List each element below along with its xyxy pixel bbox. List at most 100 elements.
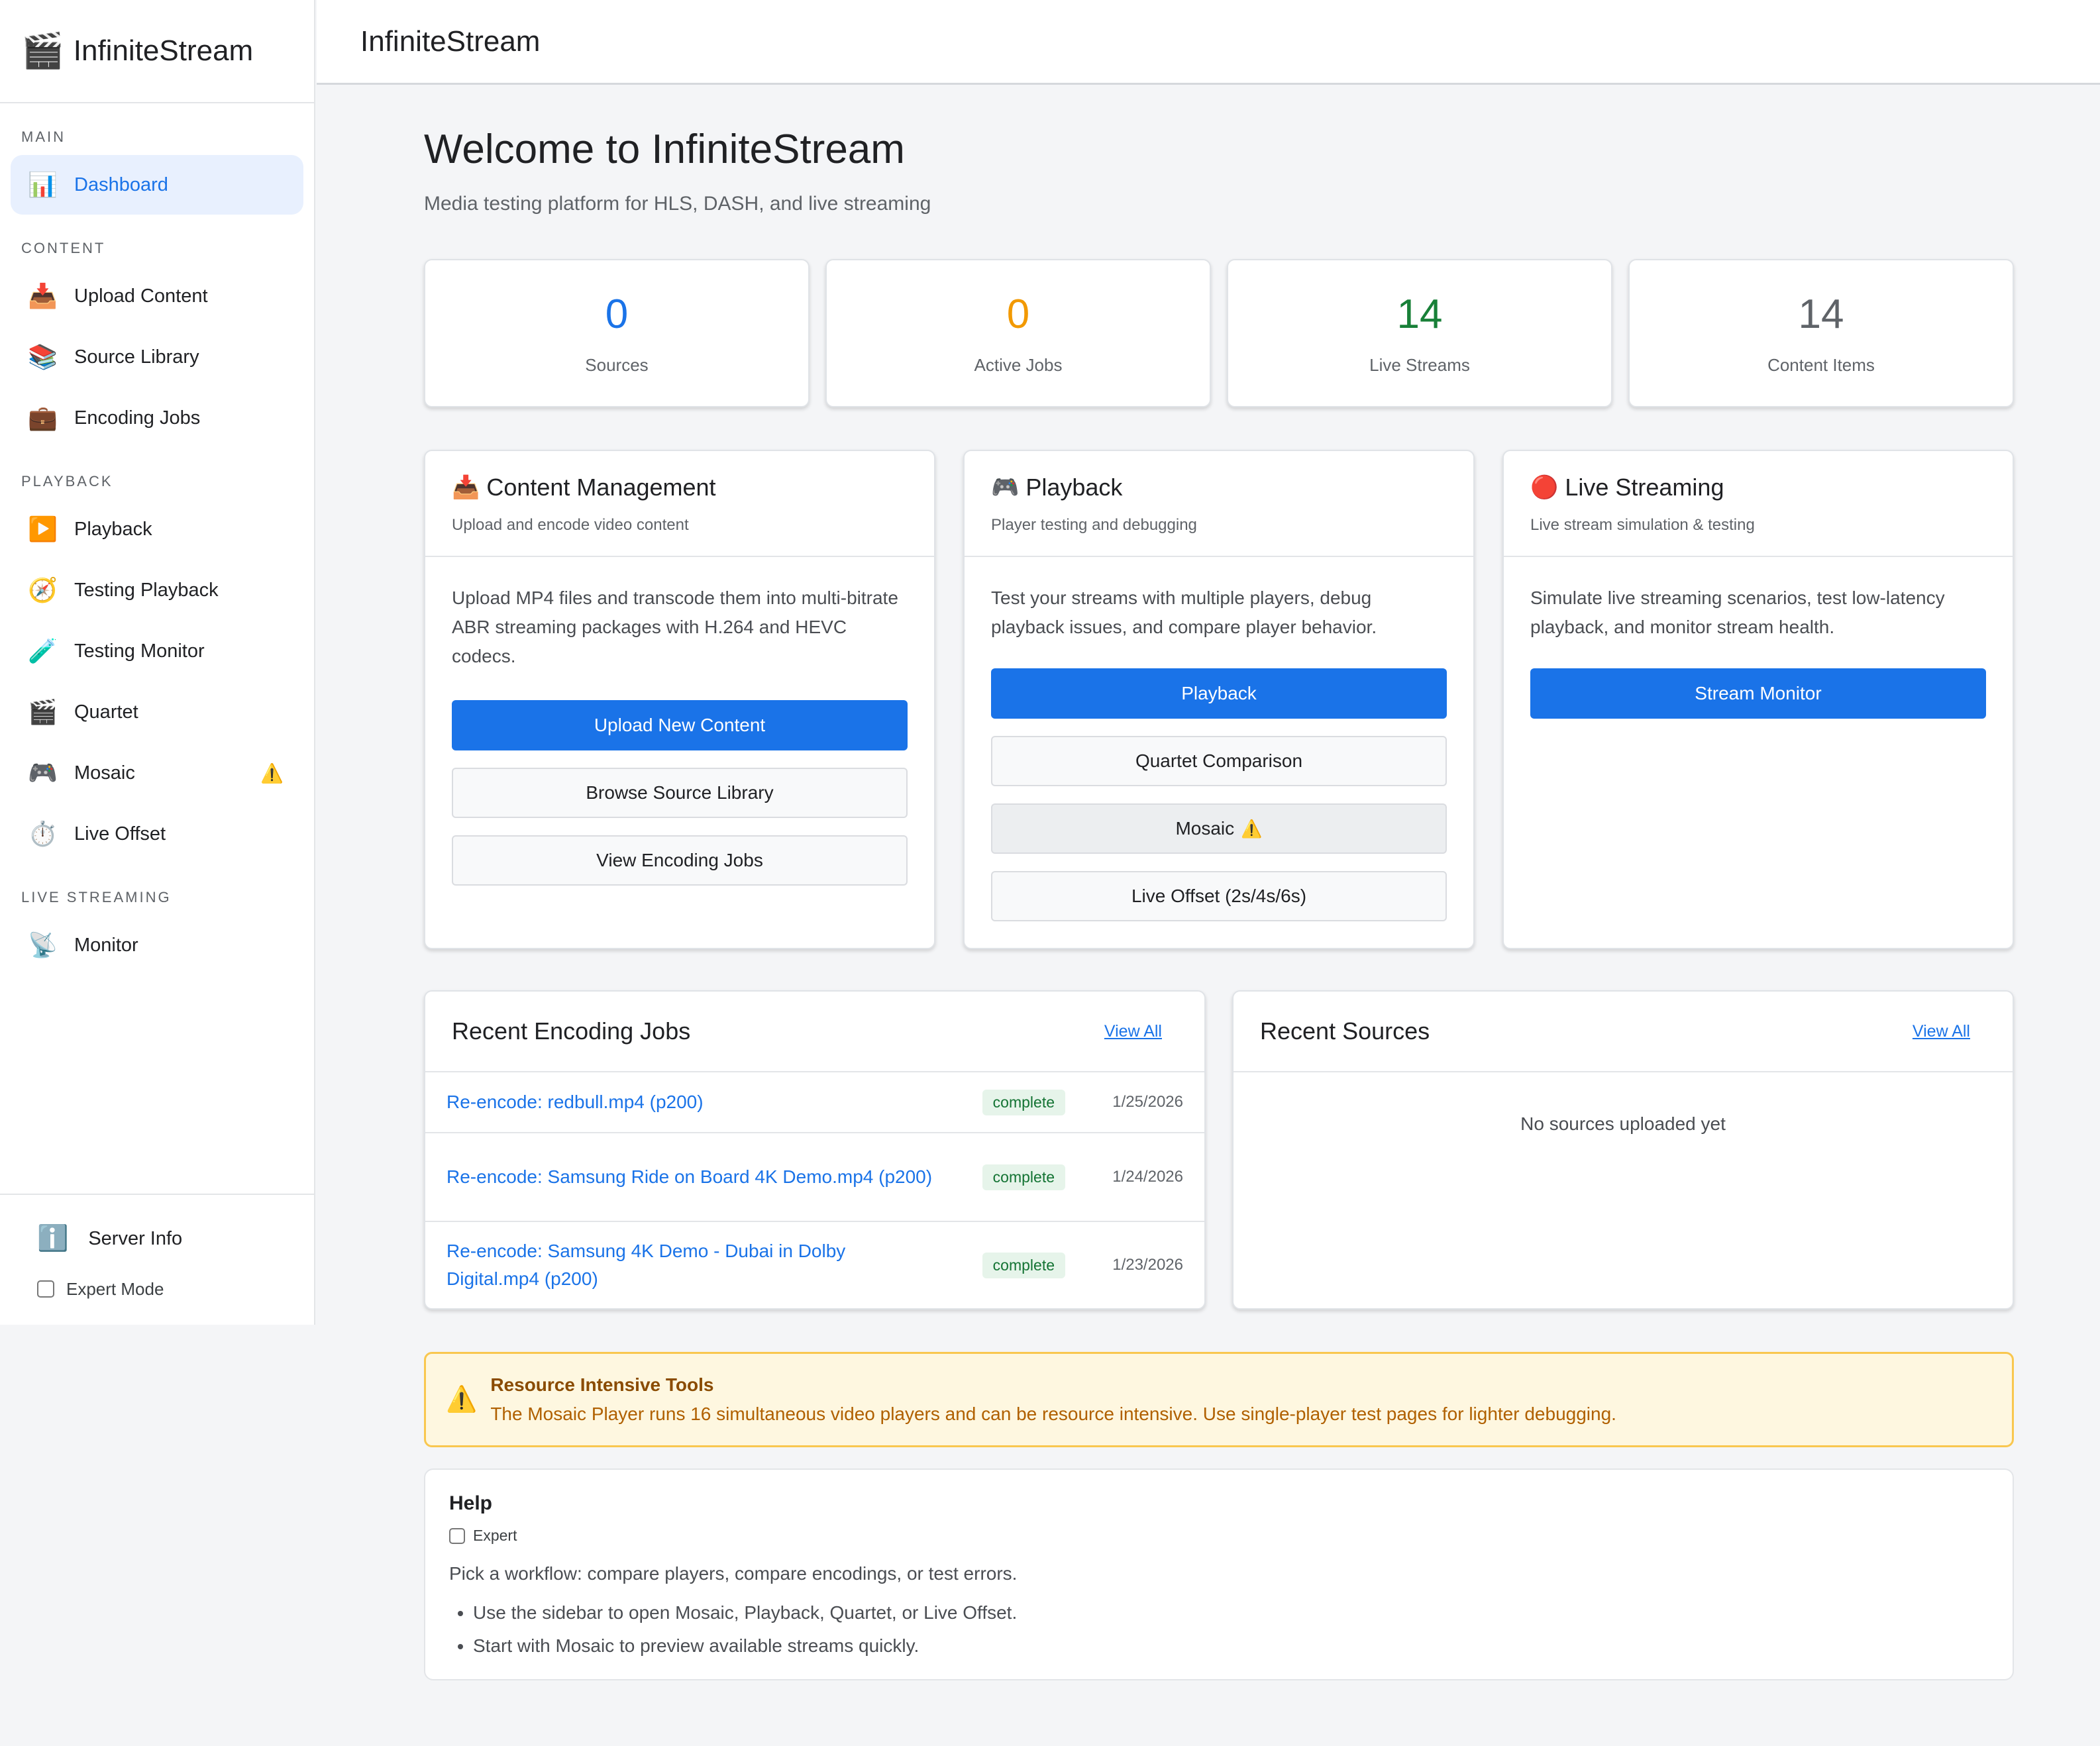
game-controller-icon: 🎮 (28, 759, 58, 786)
upload-new-content-button[interactable]: Upload New Content (452, 700, 908, 750)
warning-icon: ⚠️ (260, 762, 284, 784)
sidebar-item-playback[interactable]: ▶️ Playback (11, 499, 303, 559)
card-title-row: 📥 Content Management (452, 474, 908, 501)
empty-state: No sources uploaded yet (1520, 1113, 1726, 1134)
card-playback: 🎮 Playback Player testing and debugging … (963, 450, 1475, 949)
sidebar-item-label: Quartet (74, 701, 138, 723)
table-row: Re-encode: redbull.mp4 (p200) complete 1… (425, 1072, 1204, 1133)
header-title: InfiniteStream (360, 25, 541, 58)
view-all-sources-link[interactable]: View All (1913, 1022, 1970, 1041)
sidebar-item-label: Playback (74, 518, 152, 540)
job-link[interactable]: Re-encode: redbull.mp4 (p200) (446, 1088, 982, 1116)
sidebar-item-encoding-jobs[interactable]: 💼 Encoding Jobs (11, 388, 303, 448)
recent-encoding-jobs-panel: Recent Encoding Jobs View All Re-encode:… (424, 990, 1206, 1310)
feature-cards: 📥 Content Management Upload and encode v… (424, 450, 2014, 949)
sidebar-item-testing-playback[interactable]: 🧭 Testing Playback (11, 560, 303, 620)
quartet-comparison-button[interactable]: Quartet Comparison (991, 736, 1447, 786)
panel-header: Recent Encoding Jobs View All (425, 992, 1204, 1072)
sidebar-item-mosaic[interactable]: 🎮 Mosaic ⚠️ (11, 743, 303, 803)
card-body: Upload MP4 files and transcode them into… (425, 557, 934, 929)
card-live-streaming: 🔴 Live Streaming Live stream simulation … (1502, 450, 2014, 949)
play-button-icon: ▶️ (28, 515, 58, 542)
panel-title: Recent Encoding Jobs (452, 1017, 691, 1045)
card-title: Content Management (486, 474, 716, 501)
stat-value: 14 (1396, 291, 1443, 337)
mosaic-button[interactable]: Mosaic ⚠️ (991, 803, 1447, 854)
clapperboard-icon: 🎬 (21, 32, 64, 70)
recent-sources-panel: Recent Sources View All No sources uploa… (1232, 990, 2014, 1310)
satellite-dish-icon: 📡 (28, 931, 58, 958)
sidebar-footer: ℹ️ Server Info Expert Mode (0, 1194, 314, 1308)
app-title: InfiniteStream (73, 34, 254, 67)
page-title: Welcome to InfiniteStream (424, 127, 905, 172)
stream-monitor-button[interactable]: Stream Monitor (1530, 668, 1986, 719)
job-link[interactable]: Re-encode: Samsung Ride on Board 4K Demo… (446, 1163, 982, 1191)
playback-button[interactable]: Playback (991, 668, 1447, 719)
card-header: 🔴 Live Streaming Live stream simulation … (1504, 451, 2013, 557)
main-content: Welcome to InfiniteStream Media testing … (424, 85, 2014, 1680)
section-label-playback: PLAYBACK (21, 473, 113, 489)
expert-mode-label: Expert Mode (66, 1278, 164, 1299)
panel-header: Recent Sources View All (1234, 992, 2013, 1072)
card-body: Test your streams with multiple players,… (965, 557, 1473, 965)
list-item: Use the sidebar to open Mosaic, Playback… (473, 1596, 1989, 1629)
alert-content: Resource Intensive Tools The Mosaic Play… (490, 1374, 1616, 1425)
sidebar-item-live-offset[interactable]: ⏱️ Live Offset (11, 804, 303, 864)
stats-row: 0 Sources 0 Active Jobs 14 Live Streams … (424, 259, 2014, 407)
help-list: Use the sidebar to open Mosaic, Playback… (449, 1596, 1989, 1663)
job-link[interactable]: Re-encode: Samsung 4K Demo - Dubai in Do… (446, 1237, 982, 1293)
view-all-jobs-link[interactable]: View All (1104, 1022, 1162, 1041)
sidebar-item-label: Dashboard (74, 174, 168, 195)
brand[interactable]: 🎬 InfiniteStream (0, 0, 314, 103)
card-body: Simulate live streaming scenarios, test … (1504, 557, 2013, 762)
server-info-link[interactable]: ℹ️ Server Info (0, 1207, 314, 1270)
stat-label: Active Jobs (974, 355, 1063, 375)
live-offset-button[interactable]: Live Offset (2s/4s/6s) (991, 871, 1447, 921)
sidebar-item-testing-monitor[interactable]: 🧪 Testing Monitor (11, 621, 303, 681)
stat-value: 0 (1006, 291, 1030, 337)
card-description: Simulate live streaming scenarios, test … (1530, 588, 1945, 637)
sidebar-item-label: Mosaic (74, 762, 135, 784)
card-subtitle: Live stream simulation & testing (1530, 516, 1755, 534)
stat-active-jobs: 0 Active Jobs (825, 259, 1211, 407)
clapperboard-icon: 🎬 (28, 698, 58, 725)
expert-mode-checkbox[interactable] (37, 1280, 54, 1298)
status-badge: complete (982, 1164, 1065, 1190)
sidebar-item-dashboard[interactable]: 📊 Dashboard (11, 155, 303, 215)
section-label-main: MAIN (21, 128, 66, 145)
browse-source-library-button[interactable]: Browse Source Library (452, 768, 908, 818)
stat-label: Content Items (1767, 355, 1875, 375)
help-expert-checkbox[interactable] (449, 1527, 465, 1544)
job-date: 1/25/2026 (1112, 1093, 1183, 1111)
card-header: 🎮 Playback Player testing and debugging (965, 451, 1473, 557)
help-expert-label: Expert (473, 1527, 517, 1544)
card-description: Test your streams with multiple players,… (991, 588, 1377, 637)
sidebar-item-monitor[interactable]: 📡 Monitor (11, 915, 303, 975)
table-row: Re-encode: Samsung 4K Demo - Dubai in Do… (425, 1222, 1204, 1308)
sidebar-item-label: Testing Monitor (74, 640, 205, 662)
stat-value: 0 (605, 291, 629, 337)
card-subtitle: Upload and encode video content (452, 516, 689, 534)
test-tube-icon: 🧪 (28, 637, 58, 664)
expert-mode-toggle[interactable]: Expert Mode (0, 1270, 314, 1308)
warning-icon: ⚠️ (1241, 818, 1263, 839)
card-description: Upload MP4 files and transcode them into… (452, 588, 898, 666)
help-expert-toggle[interactable]: Expert (449, 1527, 1989, 1545)
header: InfiniteStream (317, 0, 2100, 85)
resource-warning-alert: ⚠️ Resource Intensive Tools The Mosaic P… (424, 1352, 2014, 1447)
sidebar-item-label: Monitor (74, 934, 138, 956)
books-icon: 📚 (28, 343, 58, 370)
status-badge: complete (982, 1252, 1065, 1278)
card-title: Playback (1025, 474, 1123, 501)
table-row: Re-encode: Samsung Ride on Board 4K Demo… (425, 1133, 1204, 1222)
sidebar-item-quartet[interactable]: 🎬 Quartet (11, 682, 303, 742)
sidebar-item-upload-content[interactable]: 📥 Upload Content (11, 266, 303, 326)
card-title: Live Streaming (1565, 474, 1724, 501)
card-subtitle: Player testing and debugging (991, 516, 1197, 534)
panel-title: Recent Sources (1260, 1017, 1430, 1045)
card-header: 📥 Content Management Upload and encode v… (425, 451, 934, 557)
view-encoding-jobs-button[interactable]: View Encoding Jobs (452, 835, 908, 886)
inbox-tray-icon: 📥 (28, 282, 58, 309)
sidebar-item-source-library[interactable]: 📚 Source Library (11, 327, 303, 387)
page-subtitle: Media testing platform for HLS, DASH, an… (424, 193, 931, 215)
